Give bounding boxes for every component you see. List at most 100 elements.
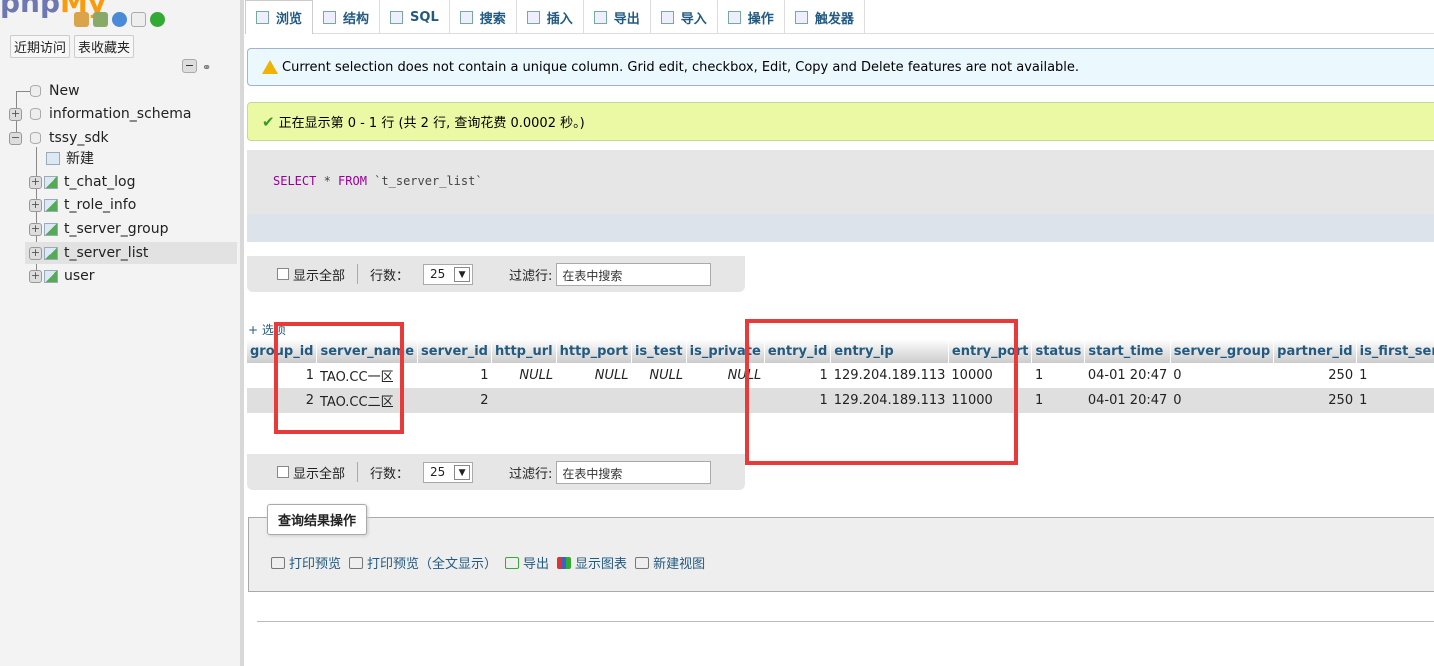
rows-select[interactable]: 25 ▼ xyxy=(423,263,474,285)
cell-is-test: NULL xyxy=(631,363,687,388)
help-icon[interactable] xyxy=(112,12,127,27)
database-icon xyxy=(30,132,41,144)
check-icon: ✔ xyxy=(262,112,275,131)
print-preview-full-link[interactable]: 打印预览（全文显示） xyxy=(349,553,497,572)
expand-icon[interactable]: + xyxy=(29,198,42,212)
chevron-down-icon: ▼ xyxy=(454,464,471,480)
rows-select[interactable]: 25 ▼ xyxy=(423,461,474,483)
cell-server-group: 0 xyxy=(1170,388,1274,413)
tab-bar: 浏览 结构 SQL 搜索 插入 导出 导入 操作 触发器 xyxy=(245,0,1434,34)
tab-import[interactable]: 导入 xyxy=(651,0,718,34)
cell-http-port xyxy=(556,388,632,413)
import-icon xyxy=(660,10,674,24)
cell-partner-id: 250 xyxy=(1273,363,1357,388)
tree-item-tssy-sdk[interactable]: − tssy_sdk xyxy=(9,127,109,149)
column-header-start-time[interactable]: start_time xyxy=(1084,339,1171,363)
wrench-icon xyxy=(727,10,741,24)
column-header-is-first-ser[interactable]: is_first_ser xyxy=(1356,339,1434,363)
table-icon xyxy=(44,175,58,189)
expand-icon[interactable]: + xyxy=(29,269,42,283)
recent-button[interactable]: 近期访问 xyxy=(10,35,71,58)
display-chart-link[interactable]: 显示图表 xyxy=(557,553,627,572)
export-icon xyxy=(593,10,607,24)
filter-rows-input[interactable]: 在表中搜索 xyxy=(556,262,712,286)
cell-http-port: NULL xyxy=(556,363,632,388)
tree-item-new-table[interactable]: 新建 xyxy=(36,147,94,169)
insert-icon xyxy=(526,10,540,24)
tree-item-t-role-info[interactable]: + t_role_info xyxy=(29,194,136,216)
top-navigation-bar: 显示全部 行数： 25 ▼ 过滤行: 在表中搜索 xyxy=(247,256,745,292)
collapse-all-icon[interactable]: − xyxy=(182,59,197,73)
tab-search[interactable]: 搜索 xyxy=(450,0,517,34)
column-header-http-port[interactable]: http_port xyxy=(556,339,632,363)
cell-http-url xyxy=(491,388,557,413)
column-header-is-test[interactable]: is_test xyxy=(631,339,687,363)
query-ops-legend: 查询结果操作 xyxy=(267,504,368,535)
printer-icon xyxy=(349,557,364,569)
cell-server-id: 2 xyxy=(417,388,492,413)
export-icon xyxy=(505,557,520,569)
tab-export[interactable]: 导出 xyxy=(584,0,651,34)
sql-icon xyxy=(390,10,404,24)
tree-item-information-schema[interactable]: + information_schema xyxy=(9,103,192,125)
cell-is-first-ser: 1 xyxy=(1356,363,1434,388)
tab-browse[interactable]: 浏览 xyxy=(245,0,314,34)
warning-icon xyxy=(262,60,278,74)
browse-icon xyxy=(256,11,269,24)
tree-item-user[interactable]: + user xyxy=(29,265,95,287)
print-preview-link[interactable]: 打印预览 xyxy=(271,553,341,572)
highlight-box-server-name xyxy=(274,322,404,434)
tree-item-t-server-group[interactable]: + t_server_group xyxy=(29,218,168,240)
structure-icon xyxy=(323,10,337,24)
divider xyxy=(257,621,1434,622)
column-header-status[interactable]: status xyxy=(1031,339,1086,363)
tab-insert[interactable]: 插入 xyxy=(517,0,584,34)
expand-icon[interactable]: + xyxy=(29,246,42,260)
tab-sql[interactable]: SQL xyxy=(380,0,450,34)
expand-icon[interactable]: + xyxy=(29,222,42,236)
tree-item-new[interactable]: New xyxy=(16,80,80,102)
collapse-icon[interactable]: − xyxy=(9,131,22,145)
table-icon xyxy=(44,198,58,212)
home-icon[interactable] xyxy=(74,12,89,27)
docs-icon[interactable] xyxy=(131,12,146,27)
navigation-sidebar: phpMy 近期访问 表收藏夹 − ⚭ New + information_sch… xyxy=(0,0,244,666)
tab-structure[interactable]: 结构 xyxy=(313,0,381,34)
export-link[interactable]: 导出 xyxy=(505,553,549,572)
tree-item-t-chat-log[interactable]: + t_chat_log xyxy=(29,171,135,193)
logout-icon[interactable] xyxy=(93,12,108,27)
highlight-box-entry xyxy=(745,319,1018,465)
filter-rows-input[interactable]: 在表中搜索 xyxy=(556,460,712,484)
database-icon xyxy=(30,108,41,120)
create-view-link[interactable]: 新建视图 xyxy=(635,553,705,572)
sql-query-box: SELECT * FROM `t_server_list` xyxy=(247,150,1434,242)
new-db-icon xyxy=(30,85,41,97)
table-icon xyxy=(44,222,58,236)
tree-item-t-server-list[interactable]: + t_server_list xyxy=(25,242,237,264)
link-icon[interactable]: ⚭ xyxy=(202,61,211,74)
tab-triggers[interactable]: 触发器 xyxy=(785,0,865,34)
reload-icon[interactable] xyxy=(150,12,165,27)
search-icon xyxy=(459,10,473,24)
table-icon xyxy=(44,246,58,260)
show-all-checkbox[interactable] xyxy=(277,466,289,478)
column-header-server-id[interactable]: server_id xyxy=(417,339,492,363)
bottom-navigation-bar: 显示全部 行数： 25 ▼ 过滤行: 在表中搜索 xyxy=(247,454,745,490)
cell-start-time: 04-01 20:47 xyxy=(1084,363,1171,388)
expand-icon[interactable]: + xyxy=(9,107,22,121)
column-header-partner-id[interactable]: partner_id xyxy=(1273,339,1357,363)
cell-is-test xyxy=(631,388,687,413)
table-icon xyxy=(44,269,58,283)
cell-partner-id: 250 xyxy=(1273,388,1357,413)
view-icon xyxy=(635,557,650,569)
expand-icon[interactable]: + xyxy=(29,175,42,189)
column-header-server-group[interactable]: server_group xyxy=(1170,339,1275,363)
success-message: ✔ 正在显示第 0 - 1 行 (共 2 行, 查询花费 0.0002 秒。) xyxy=(247,102,1434,141)
favorites-button[interactable]: 表收藏夹 xyxy=(74,35,135,58)
tab-operations[interactable]: 操作 xyxy=(718,0,785,34)
notice-message: Current selection does not contain a uni… xyxy=(247,48,1434,86)
show-all-checkbox[interactable] xyxy=(277,268,289,280)
cell-start-time: 04-01 20:47 xyxy=(1084,388,1171,413)
column-header-http-url[interactable]: http_url xyxy=(491,339,557,363)
new-table-icon xyxy=(46,151,60,165)
